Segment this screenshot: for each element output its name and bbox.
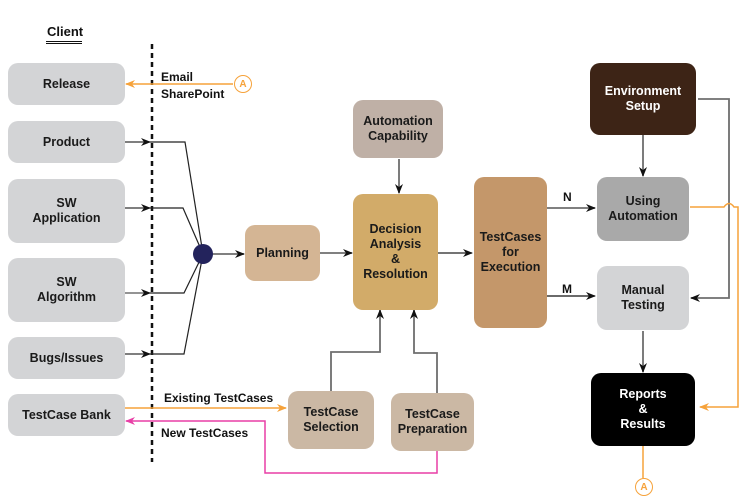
node-testcase-selection[interactable]: TestCase Selection <box>288 391 374 449</box>
node-release[interactable]: Release <box>8 63 125 105</box>
edge-automation-reports <box>690 202 739 411</box>
edge-selection-decision <box>330 309 384 392</box>
connector-a-top: A <box>234 75 252 93</box>
node-sw-algorithm[interactable]: SW Algorithm <box>8 258 125 322</box>
node-planning[interactable]: Planning <box>245 225 320 281</box>
node-using-automation[interactable]: Using Automation <box>597 177 689 241</box>
node-automation-capability[interactable]: Automation Capability <box>353 100 443 158</box>
node-testcase-bank[interactable]: TestCase Bank <box>8 394 125 436</box>
node-environment-setup[interactable]: Environment Setup <box>590 63 696 135</box>
client-title: Client <box>47 24 84 39</box>
label-n: N <box>563 190 572 204</box>
label-new-testcases: New TestCases <box>161 426 249 440</box>
node-product[interactable]: Product <box>8 121 125 163</box>
node-manual-testing[interactable]: Manual Testing <box>597 266 689 330</box>
edge-envsetup-manual <box>690 98 730 302</box>
label-email: Email <box>161 70 194 84</box>
title-underline-2 <box>46 43 82 44</box>
node-reports-results[interactable]: Reports & Results <box>591 373 695 446</box>
edge-preparation-decision <box>410 309 438 393</box>
label-m: M <box>562 282 572 296</box>
merge-hub <box>193 244 213 264</box>
node-decision-analysis[interactable]: Decision Analysis & Resolution <box>353 194 438 310</box>
node-testcases-execution[interactable]: TestCases for Execution <box>474 177 547 328</box>
connector-a-bottom: A <box>635 478 653 496</box>
title-underline <box>46 41 82 42</box>
label-existing-testcases: Existing TestCases <box>164 391 274 405</box>
label-sharepoint: SharePoint <box>161 87 225 101</box>
node-bugs-issues[interactable]: Bugs/Issues <box>8 337 125 379</box>
node-testcase-preparation[interactable]: TestCase Preparation <box>391 393 474 451</box>
node-sw-application[interactable]: SW Application <box>8 179 125 243</box>
